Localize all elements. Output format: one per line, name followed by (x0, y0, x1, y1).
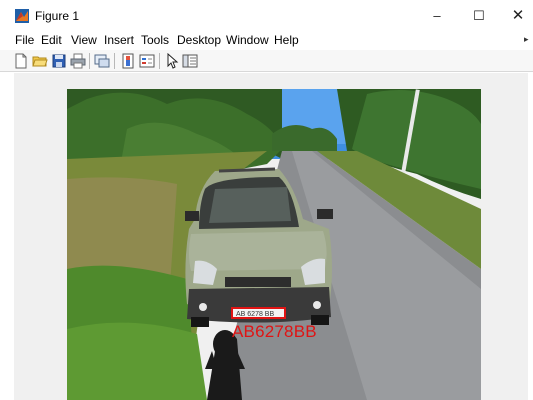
property-inspector-icon[interactable] (182, 53, 198, 69)
edit-plot-arrow-icon[interactable] (164, 53, 180, 69)
matlab-figure-icon (15, 9, 29, 23)
menu-insert[interactable]: Insert (104, 33, 134, 47)
toolbar-separator (89, 53, 90, 69)
detected-plate-label: AB6278BB (232, 322, 317, 341)
insert-colorbar-icon[interactable] (120, 53, 136, 69)
menu-edit[interactable]: Edit (41, 33, 62, 47)
photo-image: AB 6278 BB (67, 89, 481, 400)
car-photo: AB 6278 BB (67, 89, 481, 400)
menu-view[interactable]: View (71, 33, 97, 47)
menu-file[interactable]: File (15, 33, 34, 47)
open-file-icon[interactable] (32, 53, 48, 69)
close-button[interactable]: ✕ (504, 6, 532, 26)
toolbar-separator (159, 53, 160, 69)
maximize-button[interactable]: ☐ (465, 6, 493, 26)
toolbar (0, 50, 533, 72)
insert-legend-icon[interactable] (139, 53, 155, 69)
toolbar-separator (114, 53, 115, 69)
menu-bar: File Edit View Insert Tools Desktop Wind… (0, 30, 533, 50)
new-figure-icon[interactable] (13, 53, 29, 69)
menu-window[interactable]: Window (226, 33, 269, 47)
print-icon[interactable] (70, 53, 86, 69)
menu-desktop[interactable]: Desktop (177, 33, 221, 47)
link-plot-icon[interactable] (94, 53, 110, 69)
menu-help[interactable]: Help (274, 33, 299, 47)
save-icon[interactable] (51, 53, 67, 69)
minimize-button[interactable]: – (423, 6, 451, 26)
window-title: Figure 1 (35, 9, 80, 23)
menu-overflow-arrow-icon[interactable]: ▸ (524, 34, 529, 45)
title-bar: Figure 1 – ☐ ✕ (0, 0, 533, 30)
menu-tools[interactable]: Tools (141, 33, 169, 47)
plate-detection-box (231, 307, 286, 319)
